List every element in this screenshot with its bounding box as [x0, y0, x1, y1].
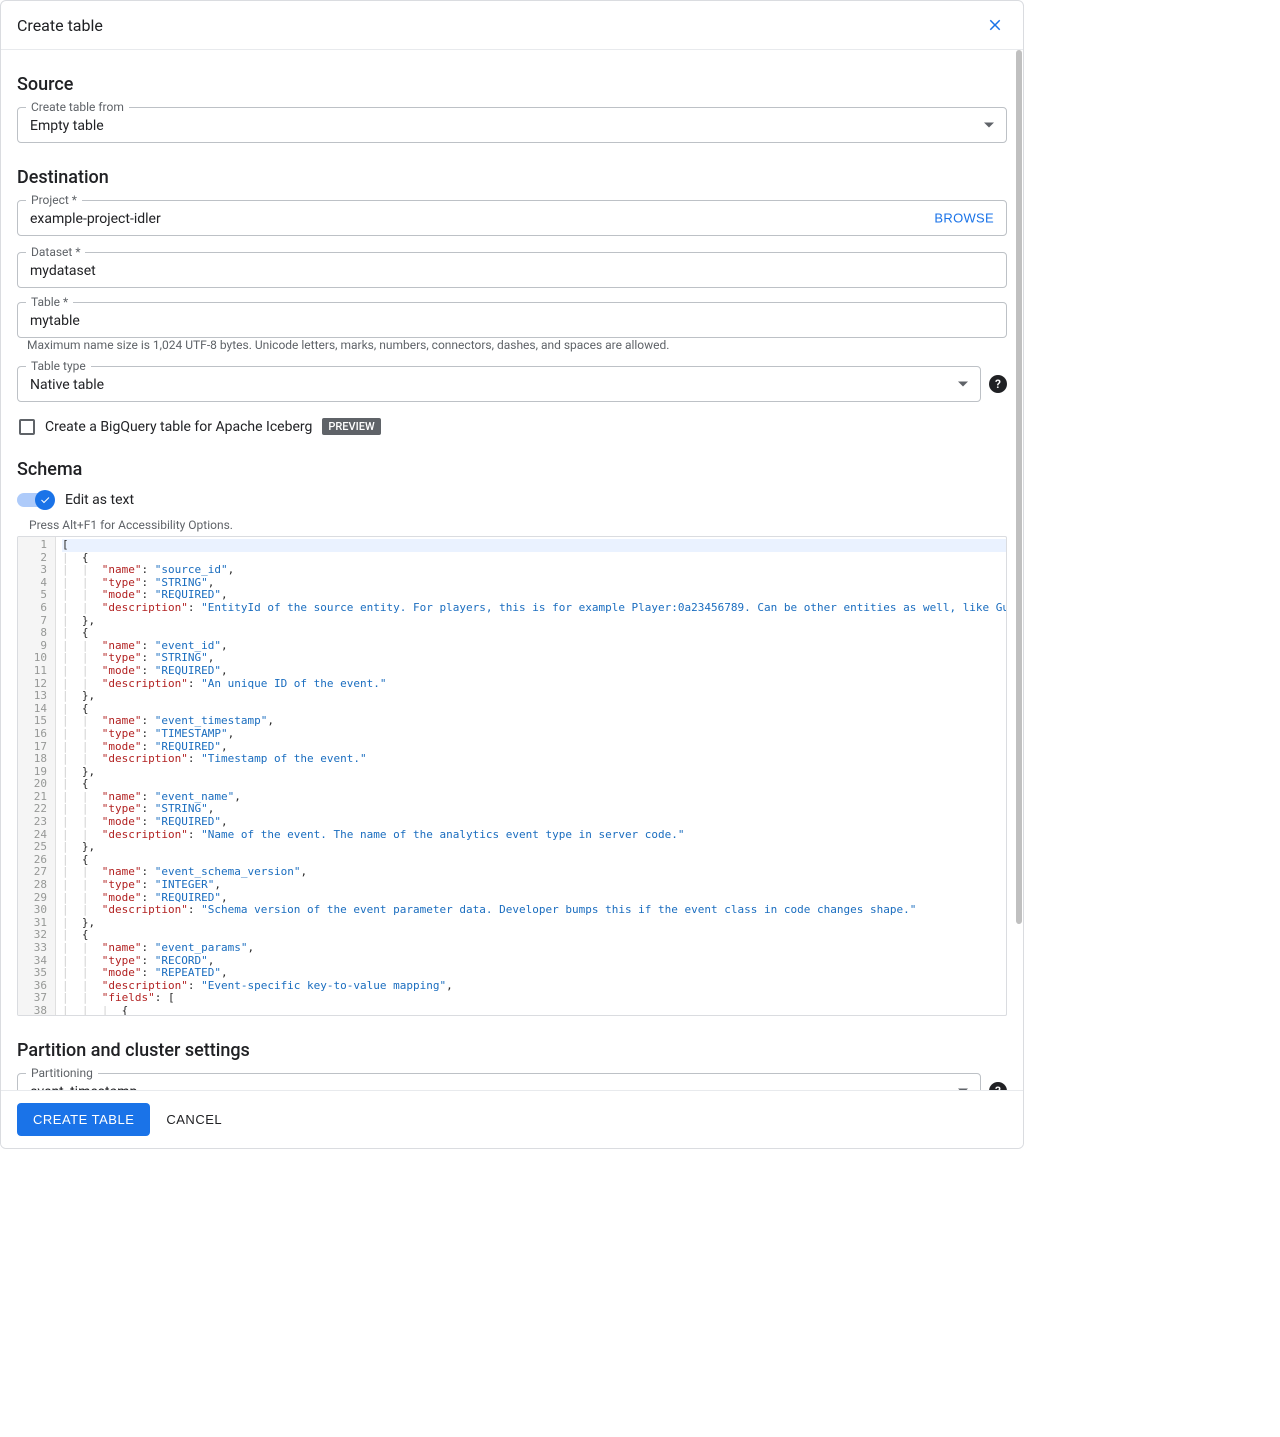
iceberg-checkbox[interactable] — [19, 419, 35, 435]
table-value: mytable — [30, 313, 994, 329]
partitioning-select[interactable]: Partitioning event_timestamp — [17, 1073, 981, 1090]
project-field[interactable]: Project * example-project-idler BROWSE — [17, 200, 1007, 236]
edit-as-text-toggle[interactable] — [17, 493, 53, 507]
section-partition-heading: Partition and cluster settings — [17, 1040, 1007, 1061]
schema-code-editor[interactable]: 1234567891011121314151617181920212223242… — [17, 536, 1007, 1016]
help-icon[interactable]: ? — [989, 375, 1007, 393]
cancel-button[interactable]: CANCEL — [166, 1112, 222, 1127]
dataset-label: Dataset * — [26, 245, 85, 259]
line-number-gutter: 1234567891011121314151617181920212223242… — [18, 537, 56, 1015]
create-table-from-select[interactable]: Create table from Empty table — [17, 107, 1007, 143]
project-value: example-project-idler — [30, 211, 994, 227]
section-schema-heading: Schema — [17, 459, 1007, 480]
table-type-value: Native table — [30, 377, 968, 393]
chevron-down-icon — [958, 1089, 968, 1091]
a11y-hint: Press Alt+F1 for Accessibility Options. — [29, 518, 1007, 532]
help-icon[interactable]: ? — [989, 1082, 1007, 1090]
close-icon — [986, 16, 1004, 34]
dialog-title: Create table — [17, 16, 103, 35]
table-type-select[interactable]: Table type Native table — [17, 366, 981, 402]
project-label: Project * — [26, 193, 82, 207]
partitioning-label: Partitioning — [26, 1066, 98, 1080]
create-table-from-value: Empty table — [30, 118, 994, 134]
create-table-from-label: Create table from — [26, 100, 129, 114]
dataset-field[interactable]: Dataset * mydataset — [17, 252, 1007, 288]
body-scrollbar[interactable] — [1015, 50, 1023, 1090]
table-helper-text: Maximum name size is 1,024 UTF-8 bytes. … — [27, 338, 1007, 352]
table-type-label: Table type — [26, 359, 91, 373]
preview-badge: PREVIEW — [322, 418, 380, 435]
iceberg-label: Create a BigQuery table for Apache Icebe… — [45, 419, 312, 435]
table-field[interactable]: Table * mytable — [17, 302, 1007, 338]
schema-code-content[interactable]: [| {| | "name": "source_id",| | "type": … — [56, 537, 1006, 1015]
section-destination-heading: Destination — [17, 167, 1007, 188]
partitioning-value: event_timestamp — [30, 1084, 968, 1090]
chevron-down-icon — [984, 123, 994, 128]
section-source-heading: Source — [17, 74, 1007, 95]
dataset-value: mydataset — [30, 263, 994, 279]
chevron-down-icon — [958, 382, 968, 387]
edit-as-text-label: Edit as text — [65, 492, 134, 508]
table-label: Table * — [26, 295, 73, 309]
browse-button[interactable]: BROWSE — [934, 211, 994, 226]
check-icon — [39, 494, 51, 506]
close-button[interactable] — [983, 13, 1007, 37]
create-table-button[interactable]: CREATE TABLE — [17, 1103, 150, 1136]
